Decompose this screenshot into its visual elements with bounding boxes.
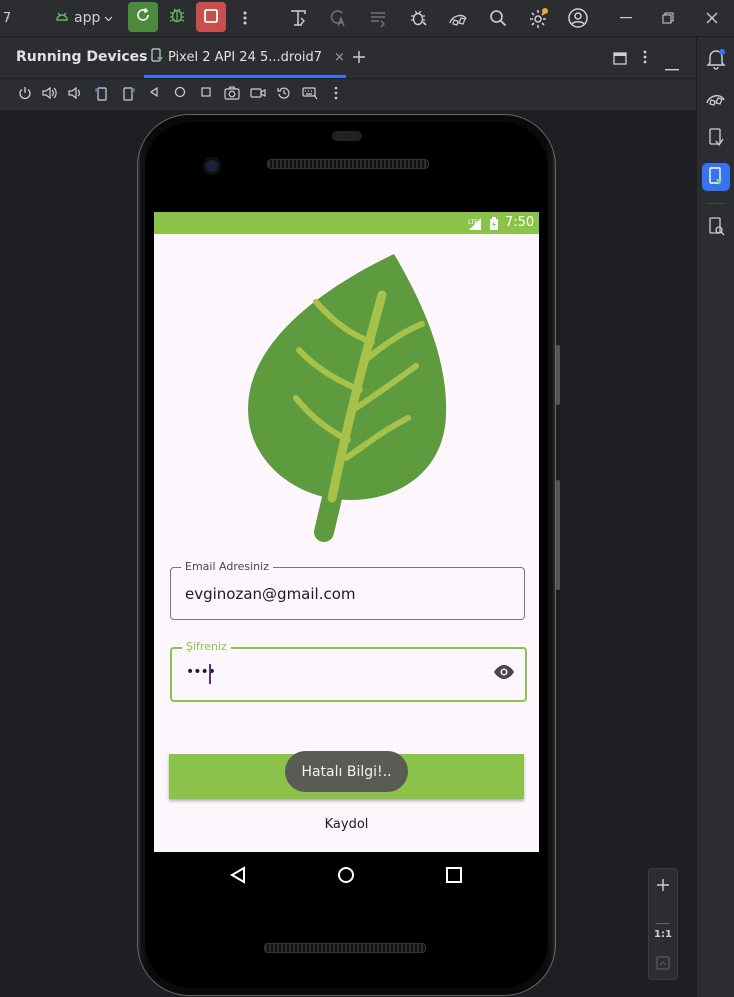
phone-top-sensor bbox=[332, 131, 362, 141]
run-config-label: app bbox=[74, 10, 101, 26]
strip-divider bbox=[706, 203, 726, 204]
maximize-icon[interactable] bbox=[613, 50, 627, 69]
tool-window-title: Running Devices bbox=[16, 49, 148, 65]
power-icon[interactable] bbox=[17, 86, 33, 102]
screenshot-icon[interactable] bbox=[224, 86, 240, 102]
volume-down-icon[interactable] bbox=[67, 86, 83, 102]
gradle-icon[interactable] bbox=[702, 84, 730, 112]
email-value: evginozan@gmail.com bbox=[185, 585, 356, 603]
tab-device[interactable]: Pixel 2 API 24 5...droid7 × bbox=[144, 37, 346, 78]
rerun-icon bbox=[135, 7, 151, 27]
settings-icon[interactable] bbox=[526, 0, 550, 36]
device-explorer-icon[interactable] bbox=[702, 124, 730, 152]
chevron-down-icon bbox=[104, 10, 113, 26]
active-tab-indicator bbox=[144, 75, 346, 78]
battery-icon bbox=[489, 216, 499, 235]
android-icon bbox=[54, 9, 70, 27]
status-time: 7:50 bbox=[505, 215, 535, 230]
overview-icon[interactable] bbox=[198, 86, 214, 102]
app-inspection-icon[interactable] bbox=[702, 213, 730, 241]
text-cursor bbox=[209, 664, 211, 684]
back-icon[interactable] bbox=[146, 86, 162, 102]
more-menu-icon[interactable] bbox=[236, 0, 254, 36]
apply-code-changes-icon[interactable] bbox=[326, 0, 350, 36]
eye-icon[interactable] bbox=[493, 664, 515, 684]
right-tool-strip bbox=[696, 37, 734, 997]
rerun-button[interactable] bbox=[128, 2, 158, 32]
home-icon[interactable] bbox=[172, 86, 188, 102]
close-window-icon[interactable] bbox=[704, 0, 720, 36]
attach-debugger-icon[interactable] bbox=[406, 0, 430, 36]
phone-volume-key bbox=[556, 480, 560, 590]
network-type: LTE bbox=[468, 219, 478, 226]
screen-record-icon[interactable] bbox=[250, 86, 266, 102]
chevron-down-icon bbox=[6, 0, 10, 36]
debug-button[interactable] bbox=[162, 2, 192, 32]
signal-icon: LTE bbox=[466, 216, 482, 235]
main-toolbar: 7 app bbox=[0, 0, 734, 37]
nav-home-icon[interactable] bbox=[337, 866, 355, 888]
keyboard-input-icon[interactable] bbox=[302, 86, 318, 102]
rotate-right-icon[interactable] bbox=[120, 86, 136, 102]
sync-project-icon[interactable] bbox=[366, 0, 390, 36]
options-icon[interactable] bbox=[643, 49, 647, 69]
running-devices-header: Running Devices Pixel 2 API 24 5...droid… bbox=[0, 37, 696, 79]
email-label: Email Adresiniz bbox=[181, 560, 273, 573]
password-label: Şifreniz bbox=[182, 640, 231, 653]
minimize-window-icon[interactable] bbox=[618, 0, 634, 36]
bug-icon bbox=[168, 6, 186, 28]
phone-camera bbox=[206, 160, 218, 172]
zoom-in-icon[interactable] bbox=[656, 877, 670, 896]
phone-bottom-speaker bbox=[264, 943, 426, 953]
phone-power-key bbox=[556, 345, 560, 405]
run-config-selector[interactable]: app bbox=[54, 0, 116, 36]
device-toolbar bbox=[0, 79, 696, 111]
android-nav-bar bbox=[154, 852, 539, 898]
device-screen[interactable]: LTE 7:50 Email Adresiniz evginozan@gmail… bbox=[154, 212, 539, 852]
zoom-controls: 1:1 bbox=[648, 868, 678, 980]
nav-overview-icon[interactable] bbox=[446, 867, 462, 887]
zoom-fit-icon[interactable] bbox=[656, 955, 670, 974]
add-tab-icon[interactable] bbox=[352, 49, 366, 68]
leaf-logo bbox=[244, 250, 454, 549]
phone-top-speaker bbox=[267, 159, 429, 169]
email-field[interactable]: Email Adresiniz evginozan@gmail.com bbox=[170, 560, 525, 620]
device-tab-icon bbox=[150, 47, 164, 68]
running-devices-icon[interactable] bbox=[702, 163, 730, 191]
apply-changes-icon[interactable] bbox=[286, 0, 310, 36]
toast-message: Hatalı Bilgi!.. bbox=[285, 751, 408, 792]
nav-back-icon[interactable] bbox=[229, 866, 247, 888]
stop-icon bbox=[204, 8, 218, 27]
rotate-left-icon[interactable] bbox=[94, 86, 110, 102]
notifications-icon[interactable] bbox=[702, 45, 730, 73]
volume-up-icon[interactable] bbox=[42, 86, 58, 102]
zoom-actual-size[interactable]: 1:1 bbox=[649, 929, 677, 940]
status-bar: LTE 7:50 bbox=[154, 212, 539, 234]
tab-label: Pixel 2 API 24 5...droid7 bbox=[168, 50, 323, 65]
account-icon[interactable] bbox=[566, 0, 590, 36]
close-tab-icon[interactable]: × bbox=[334, 50, 345, 65]
snapshot-icon[interactable] bbox=[276, 86, 292, 102]
more-actions-icon[interactable] bbox=[328, 86, 344, 102]
register-link[interactable]: Kaydol bbox=[154, 817, 539, 832]
stop-button[interactable] bbox=[196, 2, 226, 32]
device-manager-icon[interactable] bbox=[446, 0, 470, 36]
restore-window-icon[interactable] bbox=[660, 0, 676, 36]
hide-icon[interactable] bbox=[665, 56, 679, 75]
password-field[interactable]: Şifreniz •••• bbox=[170, 640, 527, 702]
zoom-out-icon[interactable] bbox=[656, 910, 670, 929]
search-icon[interactable] bbox=[486, 0, 510, 36]
